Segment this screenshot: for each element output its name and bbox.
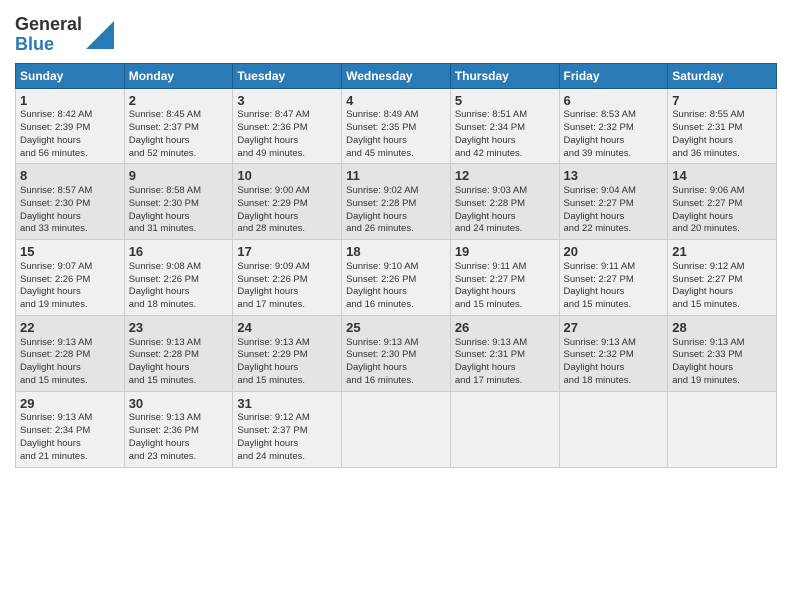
day-number: 14 (672, 167, 772, 185)
col-sunday: Sunday (16, 63, 125, 88)
day-number: 16 (129, 243, 229, 261)
day-number: 19 (455, 243, 555, 261)
calendar-week-row: 15Sunrise: 9:07 AMSunset: 2:26 PMDayligh… (16, 240, 777, 316)
col-monday: Monday (124, 63, 233, 88)
calendar-cell: 8Sunrise: 8:57 AMSunset: 2:30 PMDaylight… (16, 164, 125, 240)
calendar-cell: 26Sunrise: 9:13 AMSunset: 2:31 PMDayligh… (450, 315, 559, 391)
logo-blue-text: Blue (15, 35, 82, 55)
day-number: 31 (237, 395, 337, 413)
calendar-cell: 10Sunrise: 9:00 AMSunset: 2:29 PMDayligh… (233, 164, 342, 240)
calendar-cell: 7Sunrise: 8:55 AMSunset: 2:31 PMDaylight… (668, 88, 777, 164)
calendar-cell: 24Sunrise: 9:13 AMSunset: 2:29 PMDayligh… (233, 315, 342, 391)
day-number: 26 (455, 319, 555, 337)
calendar-cell: 2Sunrise: 8:45 AMSunset: 2:37 PMDaylight… (124, 88, 233, 164)
calendar-cell: 13Sunrise: 9:04 AMSunset: 2:27 PMDayligh… (559, 164, 668, 240)
day-number: 7 (672, 92, 772, 110)
col-friday: Friday (559, 63, 668, 88)
calendar-table: Sunday Monday Tuesday Wednesday Thursday… (15, 63, 777, 468)
main-container: General Blue Sunday Monday Tuesday Wedne… (0, 0, 792, 473)
calendar-cell (668, 391, 777, 467)
calendar-cell: 6Sunrise: 8:53 AMSunset: 2:32 PMDaylight… (559, 88, 668, 164)
calendar-cell: 14Sunrise: 9:06 AMSunset: 2:27 PMDayligh… (668, 164, 777, 240)
calendar-cell: 12Sunrise: 9:03 AMSunset: 2:28 PMDayligh… (450, 164, 559, 240)
calendar-cell: 18Sunrise: 9:10 AMSunset: 2:26 PMDayligh… (342, 240, 451, 316)
calendar-week-row: 22Sunrise: 9:13 AMSunset: 2:28 PMDayligh… (16, 315, 777, 391)
calendar-cell: 25Sunrise: 9:13 AMSunset: 2:30 PMDayligh… (342, 315, 451, 391)
day-number: 13 (564, 167, 664, 185)
day-number: 4 (346, 92, 446, 110)
calendar-cell: 11Sunrise: 9:02 AMSunset: 2:28 PMDayligh… (342, 164, 451, 240)
col-thursday: Thursday (450, 63, 559, 88)
calendar-cell: 20Sunrise: 9:11 AMSunset: 2:27 PMDayligh… (559, 240, 668, 316)
day-number: 21 (672, 243, 772, 261)
logo-icon (86, 21, 114, 49)
day-number: 23 (129, 319, 229, 337)
day-number: 9 (129, 167, 229, 185)
calendar-cell: 30Sunrise: 9:13 AMSunset: 2:36 PMDayligh… (124, 391, 233, 467)
calendar-cell: 16Sunrise: 9:08 AMSunset: 2:26 PMDayligh… (124, 240, 233, 316)
calendar-cell: 5Sunrise: 8:51 AMSunset: 2:34 PMDaylight… (450, 88, 559, 164)
day-number: 6 (564, 92, 664, 110)
calendar-cell: 19Sunrise: 9:11 AMSunset: 2:27 PMDayligh… (450, 240, 559, 316)
day-number: 1 (20, 92, 120, 110)
calendar-cell: 17Sunrise: 9:09 AMSunset: 2:26 PMDayligh… (233, 240, 342, 316)
calendar-cell: 23Sunrise: 9:13 AMSunset: 2:28 PMDayligh… (124, 315, 233, 391)
calendar-cell: 15Sunrise: 9:07 AMSunset: 2:26 PMDayligh… (16, 240, 125, 316)
col-saturday: Saturday (668, 63, 777, 88)
day-number: 17 (237, 243, 337, 261)
day-number: 18 (346, 243, 446, 261)
calendar-week-row: 29Sunrise: 9:13 AMSunset: 2:34 PMDayligh… (16, 391, 777, 467)
col-tuesday: Tuesday (233, 63, 342, 88)
calendar-cell: 22Sunrise: 9:13 AMSunset: 2:28 PMDayligh… (16, 315, 125, 391)
calendar-cell: 9Sunrise: 8:58 AMSunset: 2:30 PMDaylight… (124, 164, 233, 240)
calendar-week-row: 8Sunrise: 8:57 AMSunset: 2:30 PMDaylight… (16, 164, 777, 240)
day-number: 25 (346, 319, 446, 337)
calendar-cell: 27Sunrise: 9:13 AMSunset: 2:32 PMDayligh… (559, 315, 668, 391)
calendar-cell: 4Sunrise: 8:49 AMSunset: 2:35 PMDaylight… (342, 88, 451, 164)
day-number: 20 (564, 243, 664, 261)
day-number: 8 (20, 167, 120, 185)
day-number: 28 (672, 319, 772, 337)
calendar-week-row: 1Sunrise: 8:42 AMSunset: 2:39 PMDaylight… (16, 88, 777, 164)
day-number: 5 (455, 92, 555, 110)
day-number: 22 (20, 319, 120, 337)
day-number: 10 (237, 167, 337, 185)
day-number: 27 (564, 319, 664, 337)
calendar-cell: 21Sunrise: 9:12 AMSunset: 2:27 PMDayligh… (668, 240, 777, 316)
calendar-cell: 29Sunrise: 9:13 AMSunset: 2:34 PMDayligh… (16, 391, 125, 467)
header-section: General Blue (15, 10, 777, 55)
day-number: 29 (20, 395, 120, 413)
day-number: 30 (129, 395, 229, 413)
calendar-cell: 3Sunrise: 8:47 AMSunset: 2:36 PMDaylight… (233, 88, 342, 164)
calendar-cell (450, 391, 559, 467)
calendar-body: 1Sunrise: 8:42 AMSunset: 2:39 PMDaylight… (16, 88, 777, 467)
header-row: Sunday Monday Tuesday Wednesday Thursday… (16, 63, 777, 88)
day-number: 24 (237, 319, 337, 337)
day-number: 15 (20, 243, 120, 261)
calendar-cell (559, 391, 668, 467)
col-wednesday: Wednesday (342, 63, 451, 88)
calendar-cell: 28Sunrise: 9:13 AMSunset: 2:33 PMDayligh… (668, 315, 777, 391)
day-number: 11 (346, 167, 446, 185)
day-number: 12 (455, 167, 555, 185)
calendar-cell: 31Sunrise: 9:12 AMSunset: 2:37 PMDayligh… (233, 391, 342, 467)
day-number: 2 (129, 92, 229, 110)
logo: General Blue (15, 15, 114, 55)
day-number: 3 (237, 92, 337, 110)
calendar-cell (342, 391, 451, 467)
logo-general-text: General (15, 15, 82, 35)
calendar-cell: 1Sunrise: 8:42 AMSunset: 2:39 PMDaylight… (16, 88, 125, 164)
